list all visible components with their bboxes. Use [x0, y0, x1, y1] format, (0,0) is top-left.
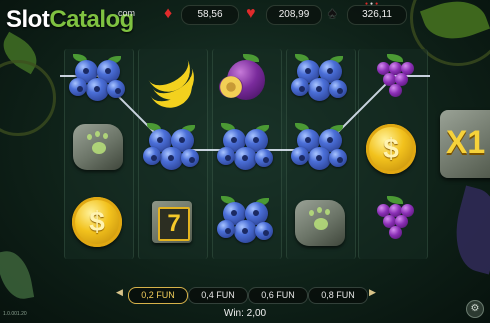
settings-icon[interactable]: ⚙: [466, 300, 484, 318]
symbol-gold-coin: $: [64, 191, 132, 253]
bet-left-arrow[interactable]: ◀: [116, 287, 123, 298]
logo-suffix: com: [118, 8, 136, 18]
win-label: Win:: [223, 308, 244, 319]
bet-right-arrow[interactable]: ▶: [369, 287, 376, 298]
bet-option-0-4[interactable]: 0,4 FUN: [188, 287, 248, 304]
symbol-blueberries: [64, 49, 132, 111]
jungle-vine: [0, 60, 56, 136]
symbol-blueberries: [212, 191, 280, 253]
balance-diamond: 58,56: [181, 5, 239, 25]
win-amount: 2,00: [246, 308, 267, 319]
symbol-plum: [212, 49, 280, 111]
symbol-stone-paw: [286, 191, 354, 253]
version-label: 1.0.001.20: [3, 311, 27, 317]
dollar-icon: $: [72, 197, 122, 247]
dollar-icon: $: [366, 124, 416, 174]
bet-option-0-8[interactable]: 0,8 FUN: [308, 287, 368, 304]
symbol-seven: 7: [138, 191, 206, 253]
symbol-grapes: [358, 191, 426, 253]
bet-option-0-6[interactable]: 0,6 FUN: [248, 287, 308, 304]
symbol-blueberries: [286, 49, 354, 111]
multiplier-badge: X1: [440, 110, 490, 178]
symbol-blueberries: [138, 118, 206, 180]
spade-icon: ♠: [328, 5, 337, 22]
symbol-banana: [138, 49, 206, 116]
symbol-blueberries: [212, 118, 280, 180]
seven-glyph: 7: [158, 207, 190, 241]
balance-heart: 208,99: [266, 5, 322, 25]
jungle-leaf: [0, 247, 35, 303]
heart-icon: ♥: [246, 5, 256, 22]
symbol-blueberries: [286, 118, 354, 180]
balance-spade: 326,11: [347, 5, 407, 25]
multiplier-label: X1: [446, 124, 486, 160]
bet-option-0-2[interactable]: 0,2 FUN: [128, 287, 188, 304]
symbol-stone-paw: [64, 115, 132, 177]
symbol-gold-coin: $: [358, 118, 426, 180]
symbol-grapes: [358, 49, 426, 111]
slotcatalog-logo: SlotCatalog: [6, 6, 134, 33]
page-indicator: ●●●: [365, 1, 381, 7]
win-display: Win: 2,00: [0, 308, 490, 319]
diamond-icon: ♦: [164, 5, 173, 22]
jungle-leaf: [445, 185, 490, 275]
